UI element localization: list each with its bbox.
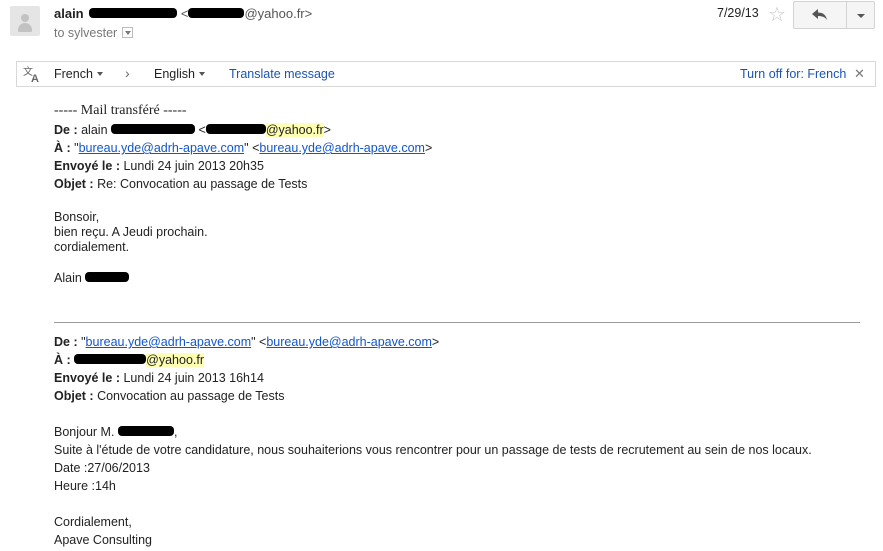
more-options-button[interactable]: [846, 1, 875, 29]
email-link[interactable]: bureau.yde@adrh-apave.com: [79, 141, 245, 155]
translate-message-link[interactable]: Translate message: [229, 67, 335, 81]
greeting-line: Bonjour M. ,: [54, 425, 178, 439]
chevron-right-icon: ›: [125, 65, 130, 81]
email-link[interactable]: bureau.yde@adrh-apave.com: [259, 141, 425, 155]
body-line: Date :27/06/2013: [54, 461, 150, 475]
body-line: Suite à l'étude de votre candidature, no…: [54, 443, 812, 457]
recipient-line: to sylvester: [54, 26, 134, 40]
body-line: Heure :14h: [54, 479, 116, 493]
body-line: Bonsoir,: [54, 210, 100, 224]
orig-sent-line: Envoyé le : Lundi 24 juin 2013 16h14: [54, 371, 264, 385]
details-dropdown-icon[interactable]: [122, 27, 134, 38]
turn-off-translation-link[interactable]: Turn off for: French: [740, 67, 846, 81]
sender-name: alain: [54, 6, 84, 21]
star-icon[interactable]: ☆: [768, 2, 786, 27]
sender-line: alain < @yahoo.fr>: [54, 6, 312, 21]
body-line: bien reçu. A Jeudi prochain.: [54, 225, 208, 239]
source-language-select[interactable]: French: [54, 67, 103, 81]
company-name: Apave Consulting: [54, 533, 152, 547]
body-line: Cordialement,: [54, 515, 132, 529]
fwd-subject-line: Objet : Re: Convocation au passage de Te…: [54, 177, 308, 191]
forward-header: ----- Mail transféré -----: [54, 103, 187, 118]
fwd-from-line: De : alain < @yahoo.fr>: [54, 123, 331, 137]
sender-email: < @yahoo.fr>: [180, 6, 313, 21]
translate-bar: 文 A French › English Translate message T…: [16, 61, 876, 87]
signature: Alain: [54, 271, 130, 285]
orig-from-line: De : "bureau.yde@adrh-apave.com" <bureau…: [54, 335, 440, 349]
orig-subject-line: Objet : Convocation au passage de Tests: [54, 389, 285, 403]
redacted-text: [89, 8, 178, 18]
reply-icon: [812, 9, 827, 20]
close-icon[interactable]: ✕: [854, 66, 865, 82]
fwd-sent-line: Envoyé le : Lundi 24 juin 2013 20h35: [54, 159, 264, 173]
svg-text:A: A: [31, 73, 39, 83]
target-language-select[interactable]: English: [154, 67, 205, 81]
divider: [54, 322, 860, 323]
email-link[interactable]: bureau.yde@adrh-apave.com: [86, 335, 252, 349]
email-link[interactable]: bureau.yde@adrh-apave.com: [266, 335, 432, 349]
translate-icon: 文 A: [23, 65, 39, 83]
orig-to-line: À : @yahoo.fr: [54, 353, 205, 367]
body-line: cordialement.: [54, 240, 130, 254]
reply-button[interactable]: [793, 1, 847, 29]
caret-down-icon: [199, 72, 205, 76]
fwd-to-line: À : "bureau.yde@adrh-apave.com" <bureau.…: [54, 141, 433, 155]
avatar-icon: [10, 6, 40, 36]
recipient-label: to sylvester: [54, 26, 118, 40]
message-date: 7/29/13: [717, 6, 759, 20]
caret-down-icon: [96, 72, 103, 76]
